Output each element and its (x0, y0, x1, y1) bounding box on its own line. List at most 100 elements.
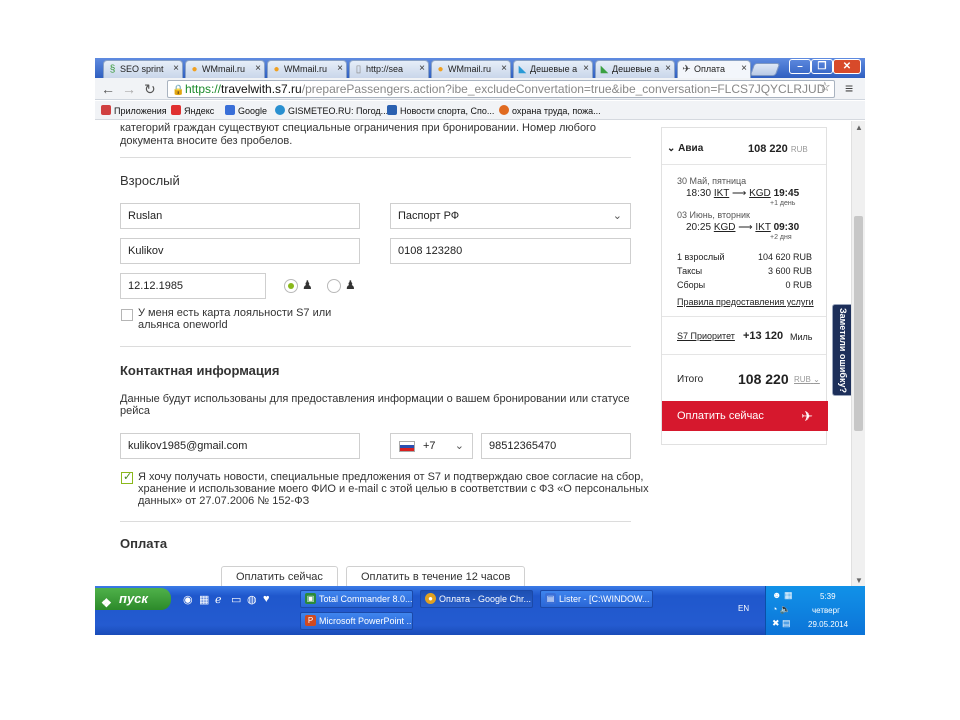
forward-arrow-icon[interactable]: → (122, 81, 136, 97)
close-icon[interactable]: × (173, 63, 179, 74)
scroll-thumb[interactable] (854, 216, 863, 431)
document-type-select[interactable]: Паспорт РФ ⌄ (390, 203, 631, 229)
plane-icon: ✈ (682, 64, 691, 75)
birth-date-input[interactable]: 12.12.1985 (120, 273, 266, 299)
gender-female-radio[interactable] (327, 279, 341, 293)
bookmark-label: Google (238, 106, 268, 116)
bookmark-label: GISMETEO.RU: Погод... (288, 106, 389, 116)
tab-wmmail-3[interactable]: ● WMmail.ru × (431, 60, 511, 78)
bookmark-yandex[interactable]: Яндекс (171, 105, 214, 116)
s7-priority-link[interactable]: S7 Приоритет (677, 331, 735, 341)
pay-now-button[interactable]: Оплатить сейчас ✈ (662, 401, 828, 431)
task-powerpoint[interactable]: P Microsoft PowerPoint ... (300, 612, 413, 630)
task-total-commander[interactable]: ▣ Total Commander 8.0... (300, 590, 413, 608)
scroll-up-icon[interactable]: ▲ (855, 123, 863, 132)
bookmarks-bar: Приложения Яндекс Google GISMETEO.RU: По… (95, 101, 865, 120)
tab-http-search[interactable]: ▯ http://sea × (349, 60, 429, 78)
return-date: 03 Июнь, вторник (677, 210, 750, 220)
pay-now-tab[interactable]: Оплатить сейчас (221, 566, 338, 586)
order-summary-panel: ⌄ Авиа 108 220 RUB 30 Май, пятница 18:30… (661, 127, 828, 445)
return-plus-days: +2 дня (770, 234, 792, 241)
close-icon[interactable]: × (419, 63, 425, 74)
phone-country-select[interactable]: +7 ⌄ (390, 433, 473, 459)
tab-payment[interactable]: ✈ Оплата × (677, 60, 751, 79)
contact-note-line1: Данные будут использованы для предоставл… (120, 393, 630, 405)
volume-icon[interactable]: ◔ 🔈 (772, 604, 791, 615)
tab-label: SEO sprint (120, 64, 164, 74)
language-indicator[interactable]: EN (738, 604, 749, 613)
maximize-button[interactable]: ❐ (811, 59, 833, 74)
first-name-input[interactable]: Ruslan (120, 203, 360, 229)
bookmark-apps[interactable]: Приложения (101, 105, 167, 116)
tab-cheap-flights-1[interactable]: ◣ Дешевые а × (513, 60, 593, 78)
task-chrome-payment[interactable]: ● Оплата - Google Chr... (420, 590, 533, 608)
top-total-value: 108 220 (748, 143, 788, 155)
wmmail-favicon-icon: ● (191, 64, 198, 75)
quicklaunch-icon[interactable]: ▦ (199, 593, 209, 606)
bookmark-gismeteo[interactable]: GISMETEO.RU: Погод... (275, 105, 388, 116)
new-tab-button[interactable] (749, 63, 781, 76)
url-scheme: https:// (185, 82, 222, 96)
scroll-down-icon[interactable]: ▼ (855, 576, 863, 585)
miles-value: +13 120 (743, 330, 784, 342)
service-rules-link[interactable]: Правила предоставления услуги (677, 297, 814, 307)
chevron-down-icon: ⌄ (667, 143, 679, 154)
bookmark-star-icon[interactable]: ☆ (819, 79, 831, 95)
tab-label: WMmail.ru (448, 64, 491, 74)
contact-section-title: Контактная информация (120, 363, 280, 378)
reload-icon[interactable]: ↻ (144, 81, 156, 97)
pay-later-tab[interactable]: Оплатить в течение 12 часов (346, 566, 526, 586)
out-to-airport[interactable]: KGD (749, 188, 771, 199)
bookmark-label: охрана труда, пожа... (512, 106, 601, 116)
tab-seo-sprint[interactable]: § SEO sprint × (103, 60, 183, 78)
currency-selector[interactable]: RUB ⌄ (794, 375, 820, 384)
ret-to-airport[interactable]: IKT (755, 222, 770, 233)
hamburger-menu-icon[interactable]: ≡ (845, 80, 853, 96)
pay-button-label: Оплатить сейчас (677, 410, 764, 422)
tray-icons[interactable]: ☻ ▦ (772, 590, 792, 601)
tab-wmmail-2[interactable]: ● WMmail.ru × (267, 60, 347, 78)
bookmark-google[interactable]: Google (225, 105, 267, 116)
minimize-button[interactable]: – (789, 59, 811, 74)
quicklaunch-icon[interactable]: ◉ (183, 593, 193, 606)
close-icon[interactable]: × (255, 63, 261, 74)
page-scrollbar[interactable]: ▲ ▼ (851, 121, 865, 586)
tab-cheap-flights-2[interactable]: ◣ Дешевые а × (595, 60, 675, 78)
tray-icons[interactable]: ✖ ▤ (772, 618, 791, 629)
news-consent-checkbox[interactable]: ✓ (121, 471, 133, 484)
adult-section-title: Взрослый (120, 173, 180, 188)
loyalty-card-checkbox[interactable] (121, 309, 133, 321)
gender-male-radio[interactable] (284, 279, 298, 293)
out-from-airport[interactable]: IKT (714, 188, 729, 199)
address-bar[interactable]: 🔒 https://travelwith.s7.ru/preparePassen… (167, 80, 835, 98)
ret-from-airport[interactable]: KGD (714, 222, 736, 233)
last-name-input[interactable]: Kulikov (120, 238, 360, 264)
clock-day: четверг (812, 606, 840, 615)
start-button[interactable]: ❖ пуск (95, 588, 171, 610)
desktop-icon[interactable]: ▭ (231, 593, 241, 606)
tab-wmmail-1[interactable]: ● WMmail.ru × (185, 60, 265, 78)
email-input[interactable]: kulikov1985@gmail.com (120, 433, 360, 459)
close-icon[interactable]: × (501, 63, 507, 74)
task-lister[interactable]: ▤ Lister - [C:\WINDOW... (540, 590, 653, 608)
phone-number-input[interactable]: 98512365470 (481, 433, 631, 459)
close-icon[interactable]: × (741, 63, 747, 74)
close-icon[interactable]: × (665, 63, 671, 74)
ie-icon[interactable]: ℯ (215, 593, 222, 606)
quicklaunch-icon[interactable]: ♥ (263, 593, 270, 605)
bookmark-safety[interactable]: охрана труда, пожа... (499, 105, 601, 116)
close-icon[interactable]: × (337, 63, 343, 74)
contact-note-line2: рейса (120, 405, 150, 417)
miles-unit: Миль (790, 332, 813, 342)
bookmark-sport-news[interactable]: Новости спорта, Спо... (387, 105, 494, 116)
tab-label: Оплата (694, 64, 725, 74)
summary-section-header[interactable]: ⌄ Авиа (667, 143, 703, 154)
close-window-button[interactable]: ✕ (833, 59, 861, 74)
back-arrow-icon[interactable]: ← (101, 81, 115, 97)
close-icon[interactable]: × (583, 63, 589, 74)
loyalty-label-line2: альянса oneworld (138, 319, 228, 331)
document-number-input[interactable]: 0108 123280 (390, 238, 631, 264)
chrome-icon[interactable]: ◍ (247, 593, 257, 606)
outbound-plus-days: +1 день (770, 200, 796, 207)
aviasales-favicon-icon: ◣ (518, 64, 527, 75)
